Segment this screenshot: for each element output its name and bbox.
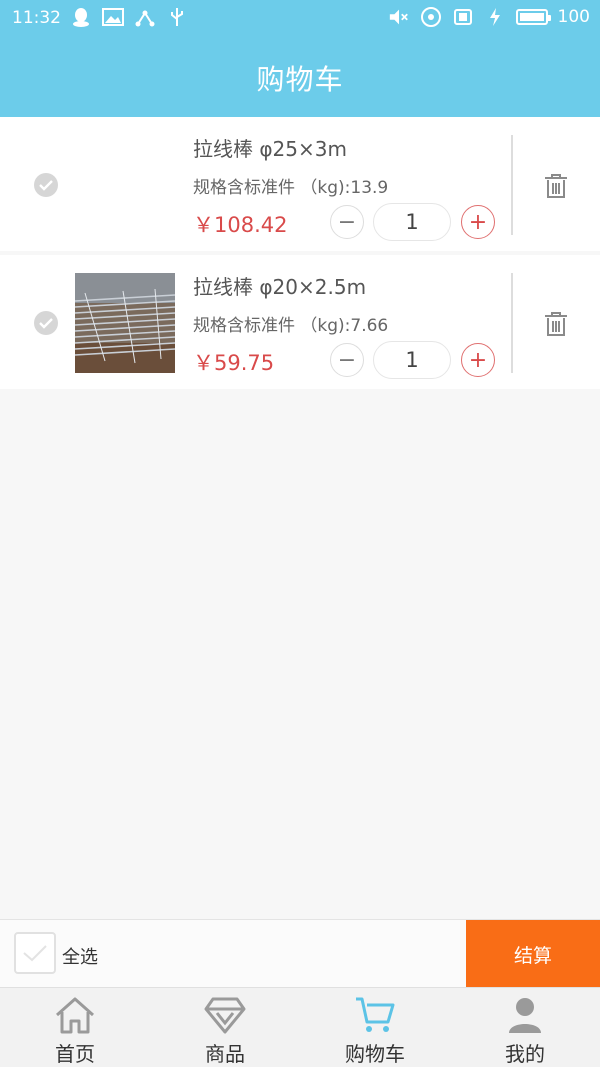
checkout-button[interactable]: 结算 [466,920,600,988]
delete-icon[interactable] [544,311,568,337]
sim-icon [452,6,474,28]
product-image[interactable] [75,135,175,235]
tab-profile[interactable]: 我的 [450,988,600,1067]
divider [511,273,513,373]
status-left-icons [70,6,188,28]
tab-home[interactable]: 首页 [0,988,150,1067]
product-price: ￥108.42 [193,213,288,237]
cart-list: 拉线棒 φ25×3m 规格含标准件 （kg):13.9 ￥108.42 − 1 … [0,117,600,389]
product-title[interactable]: 拉线棒 φ20×2.5m [193,271,366,300]
battery-percent: 100 [557,7,590,27]
battery-icon [515,9,551,25]
page-title: 购物车 [256,63,344,96]
nfc-icon [420,6,442,28]
product-price: ￥59.75 [193,351,275,375]
charging-icon [484,6,506,28]
product-spec: 规格含标准件 （kg):7.66 [193,316,389,336]
quantity-decrease-button[interactable]: − [330,343,364,377]
quantity-field[interactable]: 1 [373,203,451,241]
user-icon [503,994,547,1036]
item-select-checkbox[interactable] [34,173,58,197]
diamond-icon [203,994,247,1036]
cart-item: 拉线棒 φ20×2.5m 规格含标准件 （kg):7.66 ￥59.75 − 1… [0,255,600,389]
tab-label: 商品 [205,1042,245,1066]
item-select-checkbox[interactable] [34,311,58,335]
status-right-icons: 100 [388,6,590,28]
tab-products[interactable]: 商品 [150,988,300,1067]
mute-icon [388,6,410,28]
check-icon [39,318,53,329]
checkout-bar: 全选 结算 [0,919,600,988]
app-header: 11:32 100 购物车 [0,0,600,117]
delete-icon[interactable] [544,173,568,199]
tab-label: 首页 [55,1042,95,1066]
tab-cart[interactable]: 购物车 [300,988,450,1067]
bottom-tab-bar: 首页 商品 购物车 我的 [0,987,600,1067]
check-icon [23,945,47,962]
home-icon [53,994,97,1036]
product-spec: 规格含标准件 （kg):13.9 [193,178,389,198]
divider [511,135,513,235]
share-icon [134,6,156,28]
tab-label: 我的 [505,1042,545,1066]
qq-icon [70,6,92,28]
status-time: 11:32 [12,8,61,28]
usb-icon [166,6,188,28]
quantity-decrease-button[interactable]: − [330,205,364,239]
image-icon [102,6,124,28]
status-bar: 11:32 100 [0,0,600,38]
cart-item: 拉线棒 φ25×3m 规格含标准件 （kg):13.9 ￥108.42 − 1 … [0,117,600,251]
product-image[interactable] [75,273,175,373]
select-all-label[interactable]: 全选 [62,943,98,969]
product-title[interactable]: 拉线棒 φ25×3m [193,133,347,162]
quantity-increase-button[interactable]: + [461,205,495,239]
quantity-increase-button[interactable]: + [461,343,495,377]
cart-screen: 11:32 100 购物车 拉线棒 φ25×3m 规格含标准件 （kg):13.… [0,0,600,1067]
quantity-field[interactable]: 1 [373,341,451,379]
tab-label: 购物车 [345,1042,405,1066]
select-all-checkbox[interactable] [14,932,56,974]
check-icon [39,180,53,191]
cart-icon [353,994,397,1036]
